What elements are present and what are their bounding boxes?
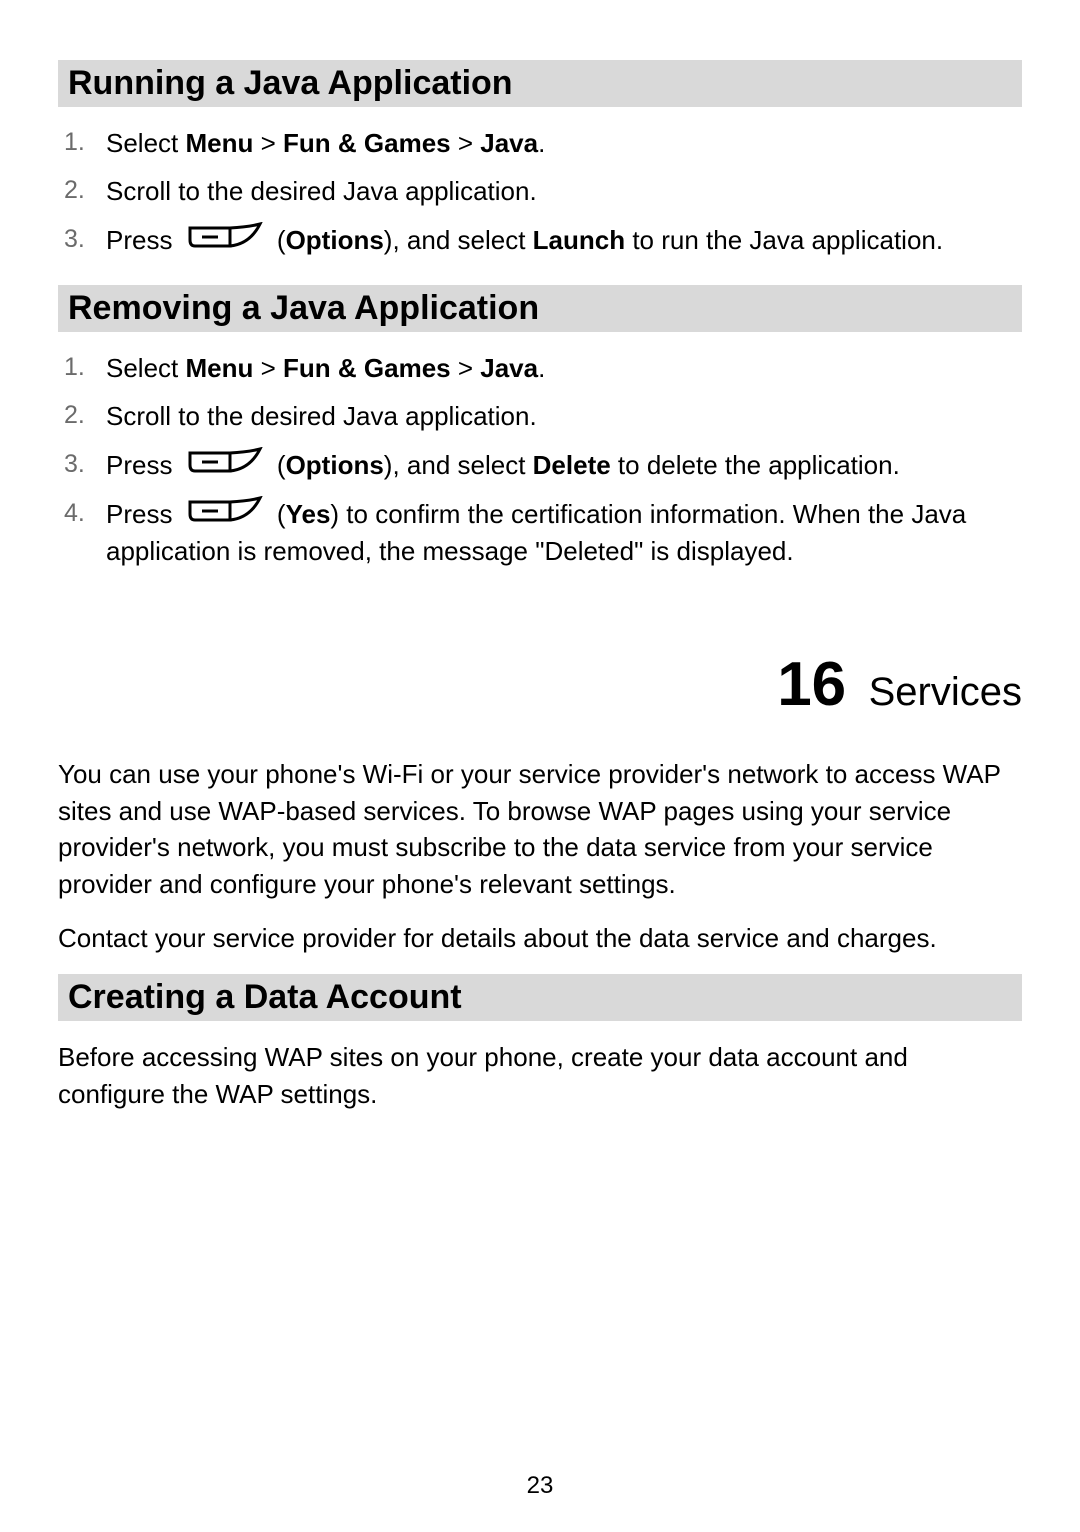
text: Press [106, 225, 180, 255]
bold-text: Java [480, 353, 538, 383]
text: . [538, 128, 545, 158]
section-heading-removing-java: Removing a Java Application [58, 285, 1022, 332]
text: > [451, 128, 481, 158]
bold-text: Fun & Games [283, 128, 451, 158]
bold-text: Java [480, 128, 538, 158]
text: Scroll to the desired Java application. [106, 401, 537, 431]
step-item: Select Menu > Fun & Games > Java. [58, 350, 1022, 386]
chapter-title: Services [869, 670, 1022, 715]
page-number: 23 [0, 1472, 1080, 1500]
text: > [253, 128, 283, 158]
steps-running-java: Select Menu > Fun & Games > Java. Scroll… [58, 125, 1022, 259]
section-heading-creating-data-account: Creating a Data Account [58, 974, 1022, 1021]
text: ( [270, 450, 286, 480]
text: ( [270, 225, 286, 255]
bold-text: Delete [533, 450, 611, 480]
section-heading-running-java: Running a Java Application [58, 60, 1022, 107]
chapter-heading: 16 Services [58, 649, 1022, 720]
soft-key-icon [186, 496, 264, 530]
text: . [538, 353, 545, 383]
bold-text: Menu [186, 353, 254, 383]
text: > [451, 353, 481, 383]
step-item: Press (Options), and select Launch to ru… [58, 222, 1022, 259]
step-item: Select Menu > Fun & Games > Java. [58, 125, 1022, 161]
step-item: Scroll to the desired Java application. [58, 173, 1022, 209]
bold-text: Menu [186, 128, 254, 158]
soft-key-icon [186, 447, 264, 481]
step-item: Press (Options), and select Delete to de… [58, 447, 1022, 484]
text: Select [106, 353, 186, 383]
body-paragraph: Before accessing WAP sites on your phone… [58, 1039, 1022, 1112]
text: Press [106, 499, 180, 529]
body-paragraph: Contact your service provider for detail… [58, 920, 1022, 956]
text: Press [106, 450, 180, 480]
text: ), and select [384, 450, 533, 480]
bold-text: Options [286, 450, 384, 480]
text: > [253, 353, 283, 383]
text: to delete the application. [611, 450, 900, 480]
step-item: Scroll to the desired Java application. [58, 398, 1022, 434]
chapter-number: 16 [777, 649, 846, 720]
bold-text: Fun & Games [283, 353, 451, 383]
text: ( [270, 499, 286, 529]
body-paragraph: You can use your phone's Wi-Fi or your s… [58, 756, 1022, 902]
step-item: Press (Yes) to confirm the certification… [58, 496, 1022, 570]
text: to run the Java application. [625, 225, 943, 255]
bold-text: Options [286, 225, 384, 255]
steps-removing-java: Select Menu > Fun & Games > Java. Scroll… [58, 350, 1022, 569]
soft-key-icon [186, 222, 264, 256]
text: Select [106, 128, 186, 158]
text: ), and select [384, 225, 533, 255]
bold-text: Yes [286, 499, 331, 529]
bold-text: Launch [533, 225, 625, 255]
text: Scroll to the desired Java application. [106, 176, 537, 206]
